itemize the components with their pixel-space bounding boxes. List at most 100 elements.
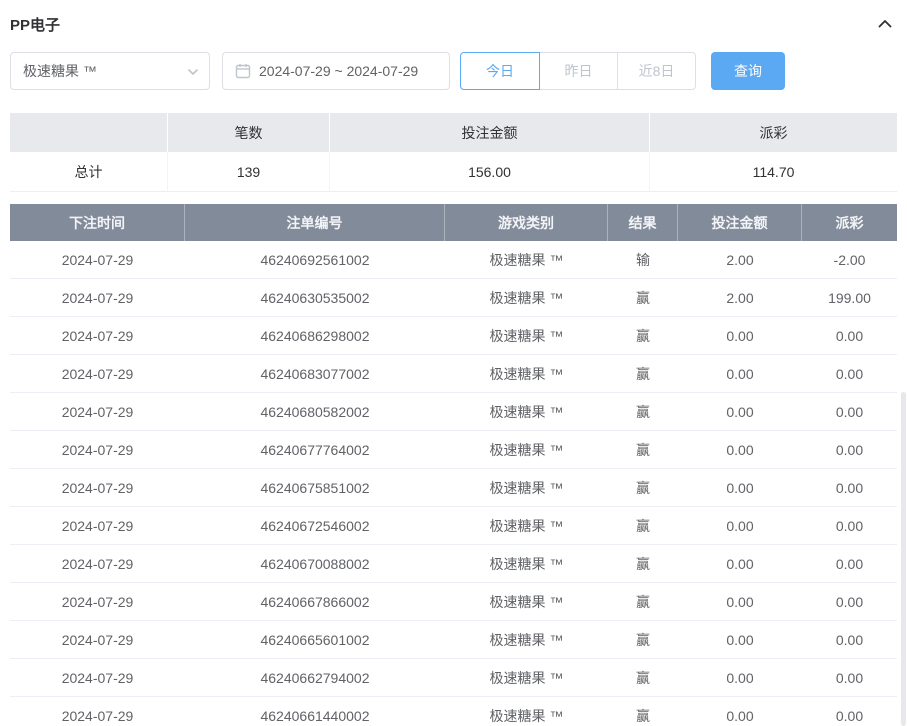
cell-game-type: 极速糖果 ™ <box>445 431 608 468</box>
table-header-row: 下注时间 注单编号 游戏类别 结果 投注金额 派彩 <box>10 204 897 241</box>
summary-total-label: 总计 <box>10 152 168 192</box>
summary-total-row: 总计 139 156.00 114.70 <box>10 152 897 192</box>
cell-payout: 0.00 <box>802 355 897 392</box>
cell-order-id: 46240686298002 <box>185 317 445 354</box>
cell-game-type: 极速糖果 ™ <box>445 355 608 392</box>
header-game-type: 游戏类别 <box>445 204 608 241</box>
cell-bet-time: 2024-07-29 <box>10 545 185 582</box>
cell-result: 赢 <box>608 697 678 726</box>
cell-payout: 199.00 <box>802 279 897 316</box>
cell-bet-time: 2024-07-29 <box>10 583 185 620</box>
table-row[interactable]: 2024-07-29 46240661440002 极速糖果 ™ 赢 0.00 … <box>10 697 897 726</box>
summary-total-payout: 114.70 <box>650 152 897 192</box>
table-row[interactable]: 2024-07-29 46240680582002 极速糖果 ™ 赢 0.00 … <box>10 393 897 431</box>
yesterday-button[interactable]: 昨日 <box>539 52 618 90</box>
cell-bet-amount: 2.00 <box>678 241 802 278</box>
table-row[interactable]: 2024-07-29 46240686298002 极速糖果 ™ 赢 0.00 … <box>10 317 897 355</box>
cell-game-type: 极速糖果 ™ <box>445 507 608 544</box>
cell-result: 赢 <box>608 469 678 506</box>
cell-bet-time: 2024-07-29 <box>10 507 185 544</box>
cell-order-id: 46240677764002 <box>185 431 445 468</box>
cell-result: 赢 <box>608 279 678 316</box>
cell-bet-time: 2024-07-29 <box>10 393 185 430</box>
scrollbar-thumb[interactable] <box>901 392 906 726</box>
cell-result: 赢 <box>608 317 678 354</box>
summary-total-bet-amount: 156.00 <box>330 152 650 192</box>
cell-payout: 0.00 <box>802 431 897 468</box>
cell-result: 赢 <box>608 583 678 620</box>
cell-bet-time: 2024-07-29 <box>10 241 185 278</box>
table-row[interactable]: 2024-07-29 46240683077002 极速糖果 ™ 赢 0.00 … <box>10 355 897 393</box>
cell-payout: 0.00 <box>802 583 897 620</box>
table-row[interactable]: 2024-07-29 46240692561002 极速糖果 ™ 输 2.00 … <box>10 241 897 279</box>
bet-records-table: 下注时间 注单编号 游戏类别 结果 投注金额 派彩 2024-07-29 462… <box>10 204 897 726</box>
cell-order-id: 46240667866002 <box>185 583 445 620</box>
cell-result: 赢 <box>608 659 678 696</box>
header-bet-time: 下注时间 <box>10 204 185 241</box>
cell-bet-time: 2024-07-29 <box>10 469 185 506</box>
cell-bet-amount: 0.00 <box>678 317 802 354</box>
table-row[interactable]: 2024-07-29 46240670088002 极速糖果 ™ 赢 0.00 … <box>10 545 897 583</box>
cell-game-type: 极速糖果 ™ <box>445 393 608 430</box>
cell-bet-amount: 2.00 <box>678 279 802 316</box>
cell-bet-amount: 0.00 <box>678 355 802 392</box>
cell-bet-amount: 0.00 <box>678 469 802 506</box>
cell-order-id: 46240683077002 <box>185 355 445 392</box>
header-order-id: 注单编号 <box>185 204 445 241</box>
cell-order-id: 46240665601002 <box>185 621 445 658</box>
cell-result: 赢 <box>608 355 678 392</box>
table-row[interactable]: 2024-07-29 46240665601002 极速糖果 ™ 赢 0.00 … <box>10 621 897 659</box>
summary-header-count: 笔数 <box>168 113 330 152</box>
cell-order-id: 46240680582002 <box>185 393 445 430</box>
summary-header-blank <box>10 113 168 152</box>
chevron-up-icon <box>877 16 893 32</box>
cell-payout: 0.00 <box>802 507 897 544</box>
cell-order-id: 46240630535002 <box>185 279 445 316</box>
header-result: 结果 <box>608 204 678 241</box>
collapse-button[interactable] <box>877 16 897 32</box>
table-row[interactable]: 2024-07-29 46240662794002 极速糖果 ™ 赢 0.00 … <box>10 659 897 697</box>
cell-bet-time: 2024-07-29 <box>10 431 185 468</box>
summary-header-payout: 派彩 <box>650 113 897 152</box>
table-row[interactable]: 2024-07-29 46240667866002 极速糖果 ™ 赢 0.00 … <box>10 583 897 621</box>
summary-header-row: 笔数 投注金额 派彩 <box>10 113 897 152</box>
cell-bet-amount: 0.00 <box>678 621 802 658</box>
cell-game-type: 极速糖果 ™ <box>445 279 608 316</box>
date-range-value: 2024-07-29 ~ 2024-07-29 <box>259 63 418 79</box>
cell-order-id: 46240675851002 <box>185 469 445 506</box>
cell-game-type: 极速糖果 ™ <box>445 659 608 696</box>
cell-game-type: 极速糖果 ™ <box>445 583 608 620</box>
cell-payout: 0.00 <box>802 469 897 506</box>
cell-bet-amount: 0.00 <box>678 659 802 696</box>
panel-header: PP电子 <box>10 14 897 34</box>
cell-result: 输 <box>608 241 678 278</box>
last-8-days-button[interactable]: 近8日 <box>617 52 696 90</box>
game-select[interactable]: 极速糖果 ™ <box>10 52 210 90</box>
chevron-down-icon <box>187 66 199 78</box>
search-button[interactable]: 查询 <box>711 52 785 90</box>
cell-game-type: 极速糖果 ™ <box>445 241 608 278</box>
table-row[interactable]: 2024-07-29 46240675851002 极速糖果 ™ 赢 0.00 … <box>10 469 897 507</box>
panel-title: PP电子 <box>10 14 60 35</box>
cell-order-id: 46240670088002 <box>185 545 445 582</box>
filter-bar: 极速糖果 ™ 2024-07-29 ~ 2024-07-29 今日 昨日 近8日… <box>10 52 897 90</box>
today-button[interactable]: 今日 <box>460 52 540 90</box>
quick-range-group: 今日 昨日 近8日 <box>460 52 696 90</box>
cell-order-id: 46240672546002 <box>185 507 445 544</box>
cell-payout: 0.00 <box>802 393 897 430</box>
cell-game-type: 极速糖果 ™ <box>445 317 608 354</box>
cell-order-id: 46240661440002 <box>185 697 445 726</box>
calendar-icon <box>235 63 251 79</box>
cell-result: 赢 <box>608 507 678 544</box>
date-range-input[interactable]: 2024-07-29 ~ 2024-07-29 <box>222 52 450 90</box>
cell-payout: -2.00 <box>802 241 897 278</box>
table-row[interactable]: 2024-07-29 46240630535002 极速糖果 ™ 赢 2.00 … <box>10 279 897 317</box>
cell-bet-amount: 0.00 <box>678 431 802 468</box>
cell-game-type: 极速糖果 ™ <box>445 697 608 726</box>
header-payout: 派彩 <box>802 204 897 241</box>
cell-order-id: 46240692561002 <box>185 241 445 278</box>
summary-total-count: 139 <box>168 152 330 192</box>
cell-bet-amount: 0.00 <box>678 697 802 726</box>
table-row[interactable]: 2024-07-29 46240672546002 极速糖果 ™ 赢 0.00 … <box>10 507 897 545</box>
table-row[interactable]: 2024-07-29 46240677764002 极速糖果 ™ 赢 0.00 … <box>10 431 897 469</box>
